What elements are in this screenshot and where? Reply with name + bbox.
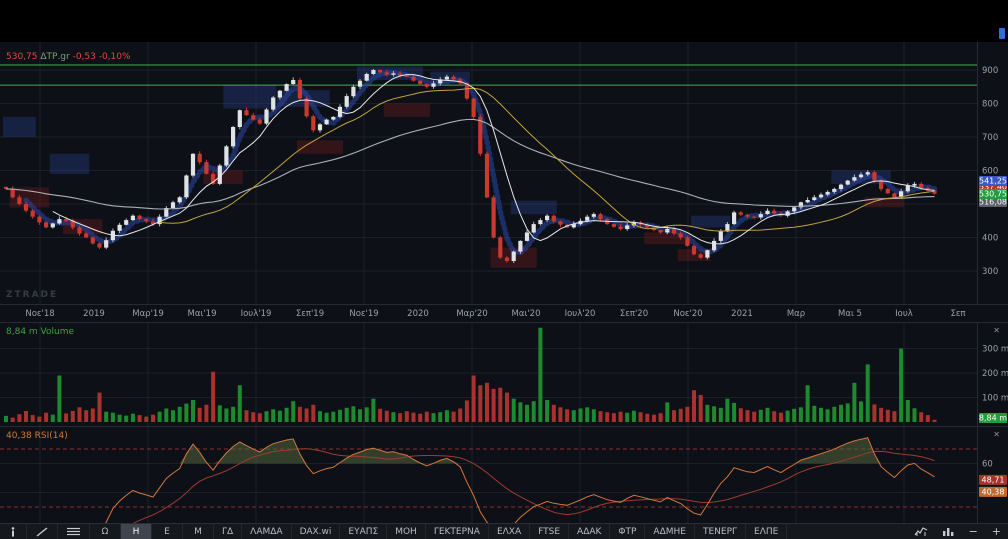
trendline-icon[interactable] [27, 524, 58, 539]
chart-legend[interactable]: 530,75 ΔΤΡ.gr -0,53 -0,10% [6, 52, 131, 62]
time-axis-label: Μαρ [787, 305, 805, 323]
timeframe-group: ΩΗΕΜ [90, 524, 214, 539]
timeframe-button-Ε[interactable]: Ε [152, 524, 183, 539]
rsi-header: 40,38 RSI(14) [6, 431, 68, 441]
ribbon-overlay [26, 73, 935, 253]
time-axis-label: Μαρ'20 [456, 305, 488, 323]
volume-close-icon[interactable]: ✕ [993, 326, 1000, 336]
price-tick: 800 [982, 100, 998, 110]
svg-text:40,38: 40,38 [982, 487, 1005, 496]
platform-watermark: ZTRADE [6, 290, 58, 300]
rsi-overbought-fill [100, 438, 935, 464]
candlestick-chart[interactable]: 900800700600500400300 537,40 516,08 541,… [0, 42, 1008, 304]
time-axis-label: 2019 [83, 305, 105, 323]
rsi-close-icon[interactable]: ✕ [993, 430, 1000, 440]
top-black-band [0, 0, 1008, 42]
symbol-tab-ΓΕΚΤΕΡΝΑ[interactable]: ΓΕΚΤΕΡΝΑ [426, 524, 489, 539]
volume-tick: 300 m [982, 345, 1008, 355]
price-tick: 300 [982, 267, 998, 277]
volume-header: 8,84 m Volume [6, 327, 74, 337]
svg-text:541,25: 541,25 [979, 177, 1007, 186]
rsi-badge: 40,38 [979, 487, 1007, 497]
time-axis-label: Μαι'20 [512, 305, 541, 323]
rsi-badge: 48,71 [979, 475, 1007, 485]
timeframe-button-Μ[interactable]: Μ [183, 524, 214, 539]
time-axis-label: Νοε'18 [25, 305, 54, 323]
watchlist-icon[interactable] [58, 524, 90, 539]
info-icon[interactable] [0, 524, 27, 539]
price-tick: 600 [982, 167, 998, 177]
time-axis-label: 2020 [407, 305, 429, 323]
time-axis-label: Μαρ'19 [132, 305, 164, 323]
svg-text:8,84 m: 8,84 m [979, 414, 1007, 423]
toolbar-spacer [787, 524, 906, 539]
timeframe-button-Η[interactable]: Η [121, 524, 152, 539]
price-tick: 900 [982, 66, 998, 76]
symbol-tab-ΜΟΗ[interactable]: ΜΟΗ [387, 524, 426, 539]
zoom-in-button[interactable]: + [985, 524, 1008, 539]
rsi-value: 40,38 [6, 431, 32, 441]
symbol-tab-ΕΥΑΠΣ[interactable]: ΕΥΑΠΣ [340, 524, 387, 539]
rsi-line [100, 438, 935, 524]
alert-lines[interactable] [0, 65, 977, 85]
time-axis-label: Μαι 5 [838, 305, 862, 323]
rsi-plot: 6040 48,71 40,38 [0, 427, 1008, 524]
ma-long-line [6, 119, 935, 209]
symbol-tab-ΑΔΜΗΕ[interactable]: ΑΔΜΗΕ [645, 524, 695, 539]
trading-app-window: { "legend": { "price": "530,75", "symbol… [0, 0, 1008, 538]
time-axis-label: Σεπ [950, 305, 965, 323]
symbol-tab-ΕΛΧΑ[interactable]: ΕΛΧΑ [489, 524, 530, 539]
histogram-icon[interactable] [935, 524, 962, 539]
svg-text:530,75: 530,75 [979, 190, 1007, 199]
rsi-label: RSI(14) [35, 431, 68, 441]
time-axis-label: Ιουλ'19 [241, 305, 272, 323]
price-tick: 400 [982, 234, 998, 244]
zoom-out-button[interactable]: − [962, 524, 985, 539]
timeframe-button-Ω[interactable]: Ω [90, 524, 121, 539]
volume-panel[interactable]: 300 m 200 m 100 m 8,84 m 8,84 m Volume ✕ [0, 322, 1008, 427]
symbol-tab-DAX.wi[interactable]: DAX.wi [292, 524, 341, 539]
time-axis-label: Ιουλ'20 [565, 305, 596, 323]
volume-badge: 8,84 m [979, 413, 1007, 423]
svg-text:48,71: 48,71 [982, 475, 1005, 484]
symbol-tab-ΓΔ[interactable]: ΓΔ [214, 524, 242, 539]
symbol-tab-ΦΤΡ[interactable]: ΦΤΡ [610, 524, 645, 539]
time-axis-label: Σεπ'19 [296, 305, 324, 323]
rsi-tick: 60 [982, 460, 993, 470]
symbol-tab-ΑΔΑΚ[interactable]: ΑΔΑΚ [569, 524, 610, 539]
symbol-tab-ΛΑΜΔΑ[interactable]: ΛΑΜΔΑ [242, 524, 291, 539]
rsi-panel[interactable]: 6040 48,71 40,38 40,38 RSI(14) ✕ [0, 426, 1008, 524]
price-tick: 700 [982, 133, 998, 143]
symbol-tab-ΕΛΠΕ[interactable]: ΕΛΠΕ [746, 524, 787, 539]
volume-value: 8,84 m [6, 327, 38, 337]
time-axis-label: Ιουλ [895, 305, 913, 323]
volume-bars [4, 328, 937, 422]
line-chart-icon[interactable] [907, 524, 935, 539]
volume-tick: 100 m [982, 394, 1008, 404]
time-axis[interactable]: Νοε'18 2019 Μαρ'19 Μαι'19 Ιουλ'19 Σεπ'19 Νοε'1… [0, 304, 1008, 323]
bottom-toolbar: ΩΗΕΜ ΓΔΛΑΜΔΑDAX.wiΕΥΑΠΣΜΟΗΓΕΚΤΕΡΝΑΕΛΧΑFT… [0, 523, 1008, 539]
price-chart-panel[interactable]: 900800700600500400300 537,40 516,08 541,… [0, 42, 1008, 304]
candlestick-series [4, 69, 937, 263]
symbol-tabs: ΓΔΛΑΜΔΑDAX.wiΕΥΑΠΣΜΟΗΓΕΚΤΕΡΝΑΕΛΧΑFTSEΑΔΑ… [214, 524, 787, 539]
price-badges: 537,40 516,08 541,25 530,75 [979, 176, 1007, 207]
time-axis-label: Νοε'20 [673, 305, 702, 323]
volume-tick: 200 m [982, 369, 1008, 379]
symbol-tab-ΤΕΝΕΡΓ[interactable]: ΤΕΝΕΡΓ [695, 524, 746, 539]
time-axis-label: Νοε'19 [349, 305, 378, 323]
symbol-tab-FTSE[interactable]: FTSE [530, 524, 569, 539]
time-axis-label: Σεπ'20 [620, 305, 648, 323]
volume-label: Volume [41, 327, 74, 337]
volume-histogram: 300 m 200 m 100 m 8,84 m [0, 323, 1008, 427]
corner-toolbar-icon[interactable] [999, 28, 1005, 39]
time-axis-label: 2021 [731, 305, 753, 323]
time-axis-label: Μαι'19 [188, 305, 217, 323]
